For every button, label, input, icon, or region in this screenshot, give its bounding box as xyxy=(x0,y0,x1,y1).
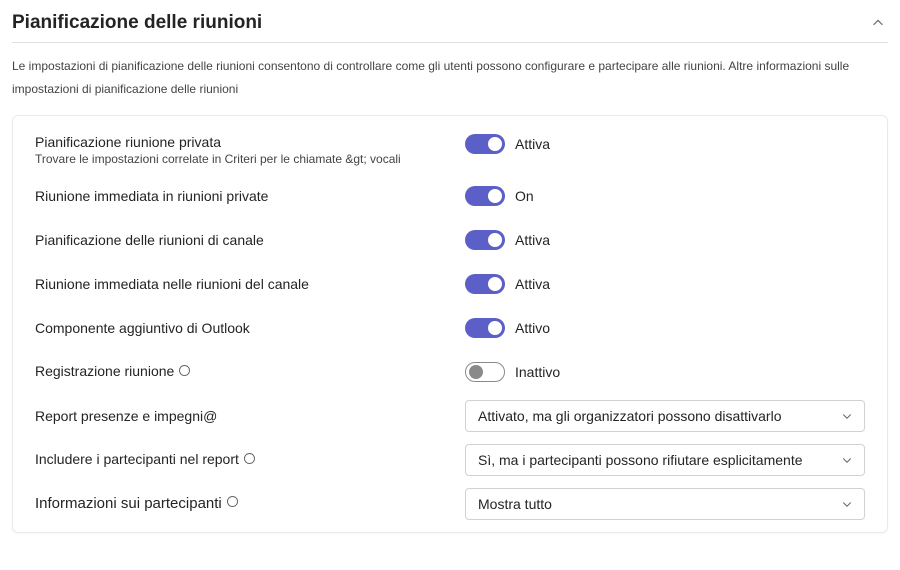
row-outlook-addin: Componente aggiuntivo di Outlook Attivo xyxy=(35,306,865,350)
chevron-down-icon xyxy=(840,453,854,467)
meet-now-channel-toggle[interactable] xyxy=(465,274,505,294)
participant-info-label-text: Informazioni sui partecipanti xyxy=(35,495,222,512)
engagement-report-label-text: Report presenze e impegni xyxy=(35,408,203,424)
registration-label: Registrazione riunione xyxy=(35,363,447,380)
participant-info-value: Mostra tutto xyxy=(478,496,552,512)
chevron-up-icon xyxy=(871,16,885,30)
registration-state: Inattivo xyxy=(515,364,560,380)
include-participants-select[interactable]: Sì, ma i partecipanti possono rifiutare … xyxy=(465,444,865,476)
row-channel-scheduling: Pianificazione delle riunioni di canale … xyxy=(35,218,865,262)
row-private-scheduling: Pianificazione riunione privata Trovare … xyxy=(35,126,865,174)
participant-info-select[interactable]: Mostra tutto xyxy=(465,488,865,520)
collapse-chevron[interactable] xyxy=(868,13,888,33)
include-participants-value: Sì, ma i partecipanti possono rifiutare … xyxy=(478,452,803,468)
meet-now-private-toggle[interactable] xyxy=(465,186,505,206)
chevron-down-icon xyxy=(840,409,854,423)
engagement-report-label: Report presenze e impegni@ xyxy=(35,408,447,424)
outlook-addin-state: Attivo xyxy=(515,320,550,336)
info-icon[interactable] xyxy=(178,364,191,380)
engagement-report-value: Attivato, ma gli organizzatori possono d… xyxy=(478,408,781,424)
channel-scheduling-label: Pianificazione delle riunioni di canale xyxy=(35,232,447,248)
row-meet-now-channel: Riunione immediata nelle riunioni del ca… xyxy=(35,262,865,306)
outlook-addin-toggle[interactable] xyxy=(465,318,505,338)
channel-scheduling-toggle[interactable] xyxy=(465,230,505,250)
section-header: Pianificazione delle riunioni xyxy=(12,8,888,43)
engagement-report-select[interactable]: Attivato, ma gli organizzatori possono d… xyxy=(465,400,865,432)
registration-toggle[interactable] xyxy=(465,362,505,382)
row-engagement-report: Report presenze e impegni@ Attivato, ma … xyxy=(35,394,865,438)
row-participant-info: Informazioni sui partecipanti Mostra tut… xyxy=(35,482,865,526)
section-description: Le impostazioni di pianificazione delle … xyxy=(12,55,888,101)
include-participants-label: Includere i partecipanti nel report xyxy=(35,451,447,468)
info-icon[interactable] xyxy=(226,495,239,512)
private-scheduling-label: Pianificazione riunione privata xyxy=(35,134,447,150)
channel-scheduling-state: Attiva xyxy=(515,232,550,248)
meet-now-channel-label: Riunione immediata nelle riunioni del ca… xyxy=(35,276,447,292)
settings-card: Pianificazione riunione privata Trovare … xyxy=(12,115,888,533)
meet-now-private-label: Riunione immediata in riunioni private xyxy=(35,188,447,204)
include-participants-label-text: Includere i partecipanti nel report xyxy=(35,451,239,467)
section-title: Pianificazione delle riunioni xyxy=(12,12,262,34)
row-registration: Registrazione riunione Inattivo xyxy=(35,350,865,394)
private-scheduling-sublabel: Trovare le impostazioni correlate in Cri… xyxy=(35,152,447,166)
row-meet-now-private: Riunione immediata in riunioni private O… xyxy=(35,174,865,218)
at-icon: @ xyxy=(203,408,217,424)
outlook-addin-label: Componente aggiuntivo di Outlook xyxy=(35,320,447,336)
meet-now-private-state: On xyxy=(515,188,534,204)
row-include-participants: Includere i partecipanti nel report Sì, … xyxy=(35,438,865,482)
participant-info-label: Informazioni sui partecipanti xyxy=(35,495,447,513)
registration-label-text: Registrazione riunione xyxy=(35,363,174,379)
private-scheduling-toggle[interactable] xyxy=(465,134,505,154)
chevron-down-icon xyxy=(840,497,854,511)
private-scheduling-state: Attiva xyxy=(515,136,550,152)
meet-now-channel-state: Attiva xyxy=(515,276,550,292)
info-icon[interactable] xyxy=(243,452,256,468)
